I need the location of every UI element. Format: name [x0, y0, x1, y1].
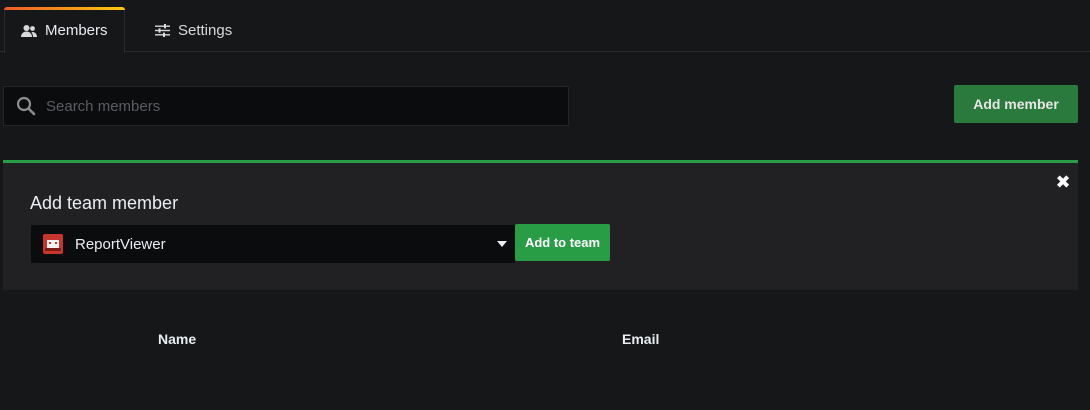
tab-bar: Members Settings — [0, 0, 1090, 53]
tab-members[interactable]: Members — [4, 7, 125, 53]
user-picker[interactable]: ReportViewer — [31, 225, 515, 263]
selected-user: ReportViewer — [75, 235, 166, 253]
team-page: Members Settings Add — [0, 0, 1090, 410]
users-icon — [21, 24, 37, 38]
add-to-team-button[interactable]: Add to team — [515, 224, 610, 261]
panel-title: Add team member — [30, 193, 179, 213]
tab-settings[interactable]: Settings — [155, 7, 232, 53]
chevron-down-icon — [497, 241, 507, 247]
tab-members-label: Members — [45, 22, 108, 39]
add-member-button[interactable]: Add member — [954, 85, 1078, 123]
sliders-icon — [155, 23, 170, 37]
close-icon[interactable]: ✖ — [1055, 173, 1071, 191]
user-avatar — [43, 234, 63, 254]
search-input[interactable] — [46, 97, 526, 115]
add-team-member-panel: Add team member ✖ ReportViewer Add to te… — [3, 160, 1078, 290]
search-box — [3, 86, 569, 126]
column-header-email: Email — [622, 331, 660, 347]
search-icon — [16, 96, 36, 116]
column-header-name: Name — [158, 331, 197, 347]
tab-settings-label: Settings — [178, 21, 233, 39]
